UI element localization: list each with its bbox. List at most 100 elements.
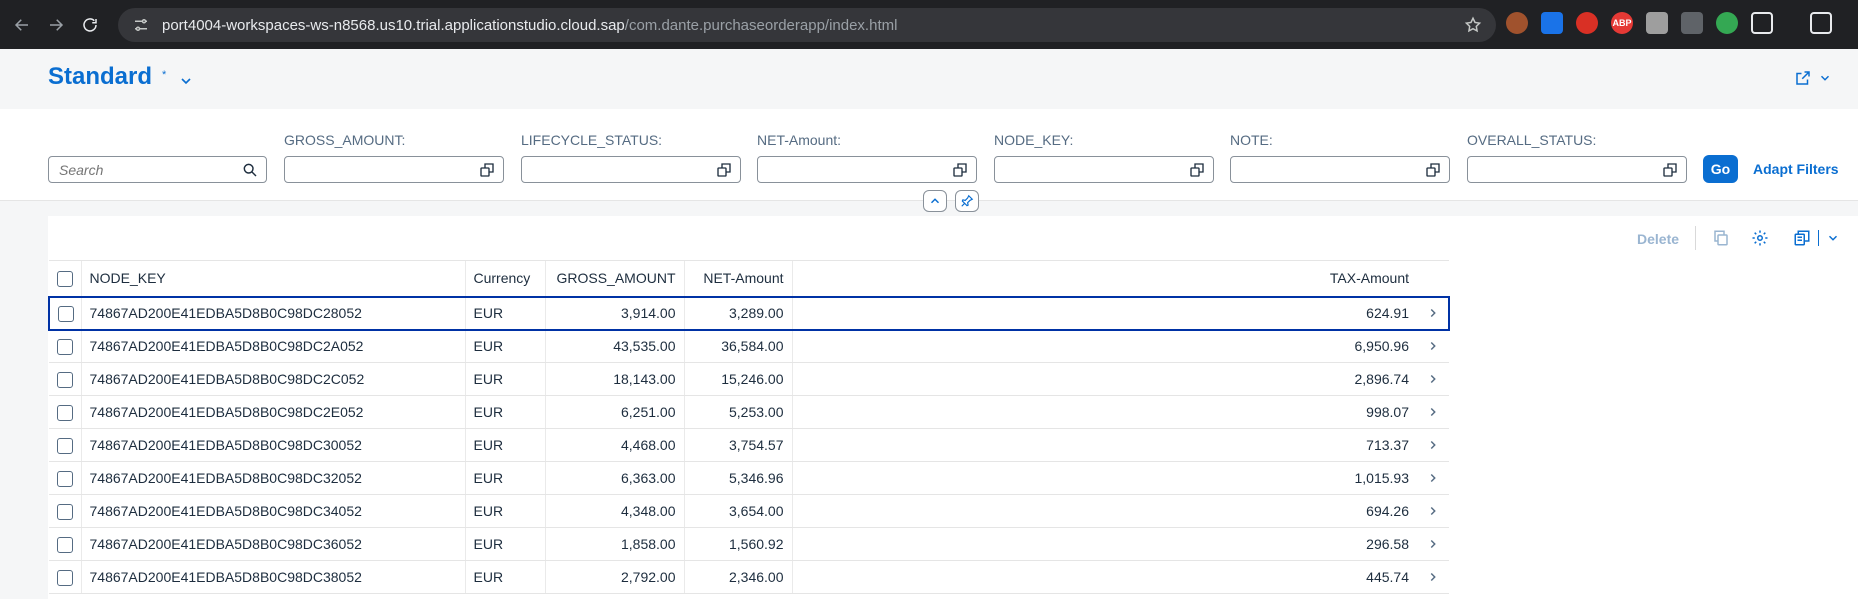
side-panel-icon[interactable]	[1810, 12, 1832, 34]
table-row[interactable]: 74867AD200E41EDBA5D8B0C98DC32052 EUR 6,3…	[49, 461, 1449, 495]
extension-icon[interactable]	[1716, 12, 1738, 34]
export-spreadsheet-icon[interactable]	[1793, 229, 1811, 247]
cell-net-amount: 15,246.00	[683, 362, 792, 396]
extension-icon[interactable]	[1506, 12, 1528, 34]
cell-gross-amount: 4,468.00	[544, 428, 684, 462]
share-button[interactable]	[1794, 69, 1832, 87]
variant-title[interactable]: Standard	[48, 63, 152, 91]
cell-gross-amount: 6,363.00	[544, 461, 684, 495]
cell-tax-amount: 6,950.96	[791, 329, 1417, 363]
row-nav-cell[interactable]	[1417, 461, 1449, 495]
row-checkbox[interactable]	[58, 305, 74, 322]
select-all-checkbox[interactable]	[57, 270, 73, 287]
search-field[interactable]	[48, 156, 267, 183]
table-row[interactable]: 74867AD200E41EDBA5D8B0C98DC36052 EUR 1,8…	[49, 527, 1449, 561]
extension-icon[interactable]	[1681, 12, 1703, 34]
row-checkbox[interactable]	[57, 404, 73, 421]
extension-icon[interactable]	[1646, 12, 1668, 34]
row-nav-cell[interactable]	[1417, 494, 1449, 528]
overall-status-input[interactable]	[1467, 156, 1687, 183]
row-nav-cell[interactable]	[1417, 395, 1449, 429]
row-checkbox[interactable]	[57, 437, 73, 454]
column-header-tax-amount[interactable]: TAX-Amount	[791, 260, 1417, 297]
column-header-gross-amount[interactable]: GROSS_AMOUNT	[544, 260, 684, 297]
table-row[interactable]: 74867AD200E41EDBA5D8B0C98DC2E052 EUR 6,2…	[49, 395, 1449, 429]
column-header-currency[interactable]: Currency	[464, 260, 545, 297]
copy-icon[interactable]	[1712, 229, 1730, 247]
row-select-cell	[49, 560, 81, 594]
filter-label: NOTE:	[1230, 132, 1273, 148]
value-help-icon[interactable]	[479, 162, 495, 178]
value-help-icon[interactable]	[1189, 162, 1205, 178]
row-nav-cell[interactable]	[1417, 560, 1449, 594]
nav-header-cell	[1417, 260, 1449, 297]
bookmark-star-icon[interactable]	[1464, 16, 1482, 34]
search-input[interactable]	[59, 161, 239, 178]
cell-currency: EUR	[464, 494, 545, 528]
adblock-icon[interactable]: ABP	[1611, 12, 1633, 34]
share-icon	[1796, 71, 1810, 85]
cell-node-key: 74867AD200E41EDBA5D8B0C98DC2A052	[80, 329, 465, 363]
net-amount-input[interactable]	[757, 156, 977, 183]
chevron-right-icon	[1430, 342, 1436, 351]
cell-node-key: 74867AD200E41EDBA5D8B0C98DC34052	[80, 494, 465, 528]
settings-gear-icon[interactable]	[1751, 229, 1769, 247]
cell-tax-amount: 2,896.74	[791, 362, 1417, 396]
address-bar[interactable]: port4004-workspaces-ws-n8568.us10.trial.…	[118, 8, 1496, 42]
note-input[interactable]	[1230, 156, 1450, 183]
table-row[interactable]: 74867AD200E41EDBA5D8B0C98DC2A052 EUR 43,…	[49, 329, 1449, 363]
row-nav-cell[interactable]	[1417, 428, 1449, 462]
search-icon[interactable]	[242, 162, 258, 178]
cell-currency: EUR	[464, 527, 545, 561]
value-help-icon[interactable]	[716, 162, 732, 178]
row-select-cell	[49, 395, 81, 429]
node-key-input[interactable]	[994, 156, 1214, 183]
pin-header-button[interactable]	[955, 190, 979, 212]
value-help-icon[interactable]	[1662, 162, 1678, 178]
table-row[interactable]: 74867AD200E41EDBA5D8B0C98DC2C052 EUR 18,…	[49, 362, 1449, 396]
column-header-net-amount[interactable]: NET-Amount	[683, 260, 792, 297]
url-path: /com.dante.purchaseorderapp/index.html	[624, 16, 898, 34]
row-checkbox[interactable]	[57, 536, 73, 553]
back-icon[interactable]	[10, 13, 34, 37]
value-help-icon[interactable]	[1425, 162, 1441, 178]
row-checkbox[interactable]	[57, 338, 73, 355]
row-nav-cell[interactable]	[1417, 295, 1450, 331]
site-info-icon[interactable]	[132, 16, 150, 34]
row-nav-cell[interactable]	[1417, 527, 1449, 561]
table-row[interactable]: 74867AD200E41EDBA5D8B0C98DC34052 EUR 4,3…	[49, 494, 1449, 528]
filter-label: NET-Amount:	[757, 132, 842, 148]
table-row[interactable]: 74867AD200E41EDBA5D8B0C98DC38052 EUR 2,7…	[49, 560, 1449, 594]
lifecycle-status-input[interactable]	[521, 156, 741, 183]
cell-net-amount: 3,754.57	[683, 428, 792, 462]
go-button[interactable]: Go	[1703, 155, 1738, 183]
table-row[interactable]: 74867AD200E41EDBA5D8B0C98DC30052 EUR 4,4…	[49, 428, 1449, 462]
row-checkbox[interactable]	[57, 569, 73, 586]
chevron-down-icon[interactable]	[1826, 231, 1840, 245]
cell-node-key: 74867AD200E41EDBA5D8B0C98DC2C052	[80, 362, 465, 396]
reload-icon[interactable]	[78, 13, 102, 37]
cell-currency: EUR	[464, 329, 545, 363]
adapt-filters-button[interactable]: Adapt Filters	[1753, 161, 1839, 177]
cell-net-amount: 3,654.00	[683, 494, 792, 528]
row-nav-cell[interactable]	[1417, 329, 1449, 363]
chevron-down-icon[interactable]	[178, 73, 194, 89]
extensions-puzzle-icon[interactable]	[1751, 12, 1773, 34]
cell-currency: EUR	[464, 560, 545, 594]
chevron-right-icon	[1430, 506, 1436, 516]
table-toolbar: Delete	[48, 216, 1858, 260]
row-nav-cell[interactable]	[1417, 362, 1449, 396]
forward-icon[interactable]	[44, 13, 68, 37]
cell-node-key: 74867AD200E41EDBA5D8B0C98DC38052	[80, 560, 465, 594]
collapse-header-button[interactable]	[923, 190, 947, 212]
value-help-icon[interactable]	[952, 162, 968, 178]
row-checkbox[interactable]	[57, 371, 73, 388]
extension-icon[interactable]	[1576, 12, 1598, 34]
row-checkbox[interactable]	[57, 503, 73, 520]
column-header-node-key[interactable]: NODE_KEY	[80, 260, 465, 297]
extension-icon[interactable]	[1541, 12, 1563, 34]
delete-button[interactable]: Delete	[1637, 231, 1679, 247]
gross-amount-input[interactable]	[284, 156, 504, 183]
row-checkbox[interactable]	[57, 470, 73, 487]
table-row[interactable]: 74867AD200E41EDBA5D8B0C98DC28052 EUR 3,9…	[48, 295, 1450, 331]
